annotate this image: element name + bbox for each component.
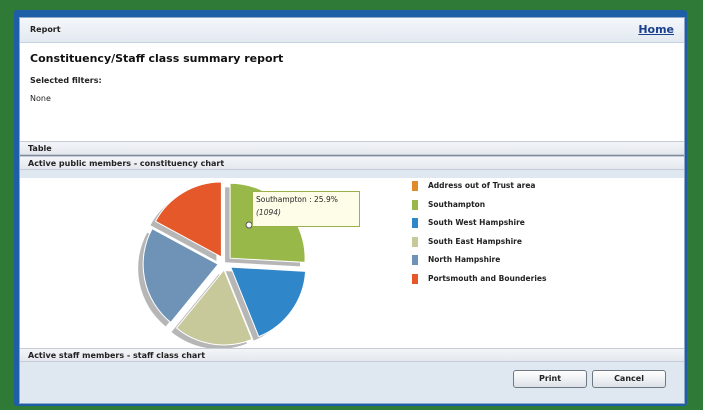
legend-swatch (412, 181, 418, 191)
legend-label: North Hampshire (428, 255, 501, 264)
legend-swatch (412, 255, 418, 265)
legend-swatch (412, 273, 418, 284)
legend-item: South West Hampshire (412, 217, 632, 229)
legend-label: South East Hampshire (428, 236, 522, 246)
legend-label: Address out of Trust area (428, 181, 536, 190)
chart-tooltip: Southampton : 25.9% (1094) (252, 191, 360, 227)
tooltip-count: (1094) (256, 208, 281, 217)
pie-chart-area: Southampton : 25.9% (1094) Address out o… (20, 178, 684, 348)
tooltip-label: Southampton : 25.9% (256, 195, 338, 204)
legend-label: Southampton (428, 199, 486, 209)
selected-filters-label: Selected filters: (30, 76, 102, 85)
legend-item: South East Hampshire (412, 236, 632, 248)
home-link[interactable]: Home (638, 23, 674, 36)
legend-item: Portsmouth and Bounderies (412, 273, 632, 285)
window-title: Report (30, 25, 61, 34)
selected-filters-value: None (30, 94, 51, 103)
report-info-panel: Constituency/Staff class summary report … (20, 43, 684, 156)
legend-swatch (412, 218, 418, 228)
title-bar: Report Home (20, 18, 684, 43)
report-window: Report Home Constituency/Staff class sum… (19, 17, 685, 404)
legend-item: Address out of Trust area (412, 180, 632, 192)
report-title: Constituency/Staff class summary report (30, 52, 284, 65)
legend-item: Southampton (412, 199, 632, 211)
public-chart-section-header[interactable]: Active public members - constituency cha… (20, 156, 684, 170)
table-section-header[interactable]: Table (20, 141, 684, 155)
legend-label: South West Hampshire (428, 218, 525, 227)
print-button[interactable]: Print (513, 370, 587, 388)
legend-swatch (412, 236, 418, 247)
cancel-button[interactable]: Cancel (592, 370, 666, 388)
staff-chart-section-header[interactable]: Active staff members - staff class chart (20, 348, 684, 362)
legend-item: North Hampshire (412, 254, 632, 266)
legend-label: Portsmouth and Bounderies (428, 273, 547, 283)
legend-swatch (412, 199, 418, 210)
